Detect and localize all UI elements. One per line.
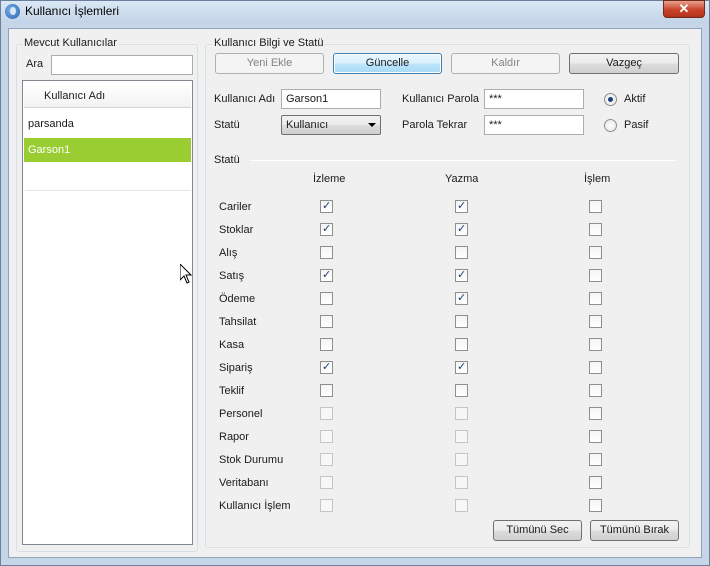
search-input[interactable]: [51, 55, 193, 75]
passive-radio[interactable]: [604, 119, 617, 132]
search-label: Ara: [26, 58, 44, 70]
permission-checkbox-yazma[interactable]: [455, 476, 468, 489]
active-radio-label: Aktif: [624, 93, 646, 105]
permission-row-label: Teklif: [219, 385, 245, 397]
password-repeat-label: Parola Tekrar: [402, 119, 468, 131]
permission-checkbox-izleme[interactable]: [320, 246, 333, 259]
permission-row-label: Stok Durumu: [219, 454, 284, 466]
permission-checkbox-yazma[interactable]: [455, 453, 468, 466]
close-button[interactable]: ✕: [663, 0, 705, 18]
username-field[interactable]: Garson1: [281, 89, 381, 109]
password-label: Kullanıcı Parola: [402, 93, 480, 105]
status-dropdown-value: Kullanıcı: [286, 119, 329, 131]
permission-checkbox-yazma[interactable]: [455, 499, 468, 512]
permission-checkbox-izleme[interactable]: [320, 292, 333, 305]
column-header-izleme: İzleme: [313, 173, 346, 185]
list-header-username[interactable]: Kullanıcı Adı: [24, 84, 191, 108]
permission-checkbox-yazma[interactable]: [455, 291, 468, 305]
permission-row-label: Veritabanı: [219, 477, 269, 489]
permission-checkbox-izleme[interactable]: [320, 384, 333, 397]
permission-row-label: Sipariş: [219, 362, 253, 374]
users-group-legend: Mevcut Kullanıcılar: [22, 37, 119, 49]
permission-row-label: Cariler: [219, 201, 252, 213]
permission-row-label: Personel: [219, 408, 263, 420]
permission-checkbox-islem[interactable]: [589, 430, 602, 443]
remove-button[interactable]: Kaldır: [451, 53, 560, 74]
passive-radio-label: Pasif: [624, 119, 649, 131]
permission-row-label: Rapor: [219, 431, 249, 443]
user-list[interactable]: Kullanıcı Adı parsanda Garson1: [22, 80, 193, 545]
permission-row-label: Tahsilat: [219, 316, 257, 328]
permission-checkbox-islem[interactable]: [589, 499, 602, 512]
permission-checkbox-izleme[interactable]: [320, 430, 333, 443]
app-icon: [5, 4, 20, 19]
permission-checkbox-yazma[interactable]: [455, 199, 468, 213]
permission-checkbox-islem[interactable]: [589, 338, 602, 351]
permission-checkbox-izleme[interactable]: [320, 476, 333, 489]
permission-checkbox-yazma[interactable]: [455, 222, 468, 236]
window-title: Kullanıcı İşlemleri: [25, 4, 120, 18]
permission-checkbox-izleme[interactable]: [320, 338, 333, 351]
permission-checkbox-yazma[interactable]: [455, 268, 468, 282]
permission-checkbox-izleme[interactable]: [320, 499, 333, 512]
mouse-cursor-icon: [180, 264, 192, 284]
new-button[interactable]: Yeni Ekle: [215, 53, 324, 74]
title-bar: Kullanıcı İşlemleri ✕: [1, 0, 709, 23]
list-separator: [25, 190, 191, 191]
permission-checkbox-islem[interactable]: [589, 200, 602, 213]
chevron-down-icon: [368, 123, 376, 127]
user-info-group-legend: Kullanıcı Bilgi ve Statü: [212, 37, 326, 49]
permission-checkbox-yazma[interactable]: [455, 246, 468, 259]
username-label: Kullanıcı Adı: [214, 93, 276, 105]
permission-checkbox-izleme[interactable]: [320, 268, 333, 282]
permission-checkbox-yazma[interactable]: [455, 360, 468, 374]
permission-checkbox-izleme[interactable]: [320, 199, 333, 213]
status-label: Statü: [214, 119, 240, 131]
permission-checkbox-islem[interactable]: [589, 223, 602, 236]
permission-checkbox-islem[interactable]: [589, 361, 602, 374]
list-item-selected[interactable]: Garson1: [24, 138, 191, 162]
permission-checkbox-izleme[interactable]: [320, 360, 333, 374]
permissions-section-label: Statü: [214, 154, 240, 166]
column-header-yazma: Yazma: [445, 173, 479, 185]
column-header-islem: İşlem: [584, 173, 611, 185]
permission-checkbox-islem[interactable]: [589, 246, 602, 259]
permission-row-label: Stoklar: [219, 224, 254, 236]
permission-checkbox-yazma[interactable]: [455, 315, 468, 328]
permission-row-label: Alış: [219, 247, 238, 259]
permission-checkbox-izleme[interactable]: [320, 222, 333, 236]
permission-checkbox-islem[interactable]: [589, 292, 602, 305]
permission-checkbox-yazma[interactable]: [455, 407, 468, 420]
permission-checkbox-islem[interactable]: [589, 407, 602, 420]
permission-checkbox-yazma[interactable]: [455, 430, 468, 443]
list-item[interactable]: parsanda: [24, 112, 191, 136]
permission-checkbox-yazma[interactable]: [455, 384, 468, 397]
permission-checkbox-islem[interactable]: [589, 269, 602, 282]
permission-checkbox-izleme[interactable]: [320, 315, 333, 328]
password-repeat-field[interactable]: ***: [484, 115, 584, 135]
permission-row-label: Ödeme: [219, 293, 256, 305]
permission-checkbox-yazma[interactable]: [455, 338, 468, 351]
permission-checkbox-islem[interactable]: [589, 476, 602, 489]
permission-checkbox-islem[interactable]: [589, 453, 602, 466]
permission-checkbox-islem[interactable]: [589, 315, 602, 328]
permission-row-label: Kasa: [219, 339, 245, 351]
cancel-button[interactable]: Vazgeç: [569, 53, 679, 74]
clear-all-button[interactable]: Tümünü Bırak: [590, 520, 679, 541]
permission-checkbox-izleme[interactable]: [320, 453, 333, 466]
select-all-button[interactable]: Tümünü Sec: [493, 520, 582, 541]
status-dropdown[interactable]: Kullanıcı: [281, 115, 381, 135]
permission-checkbox-islem[interactable]: [589, 384, 602, 397]
section-divider: [250, 160, 676, 161]
password-field[interactable]: ***: [484, 89, 584, 109]
active-radio[interactable]: [604, 93, 617, 106]
permission-row-label: Satış: [219, 270, 245, 282]
update-button[interactable]: Güncelle: [333, 53, 442, 74]
permission-checkbox-izleme[interactable]: [320, 407, 333, 420]
permission-row-label: Kullanıcı İşlem: [219, 500, 291, 512]
